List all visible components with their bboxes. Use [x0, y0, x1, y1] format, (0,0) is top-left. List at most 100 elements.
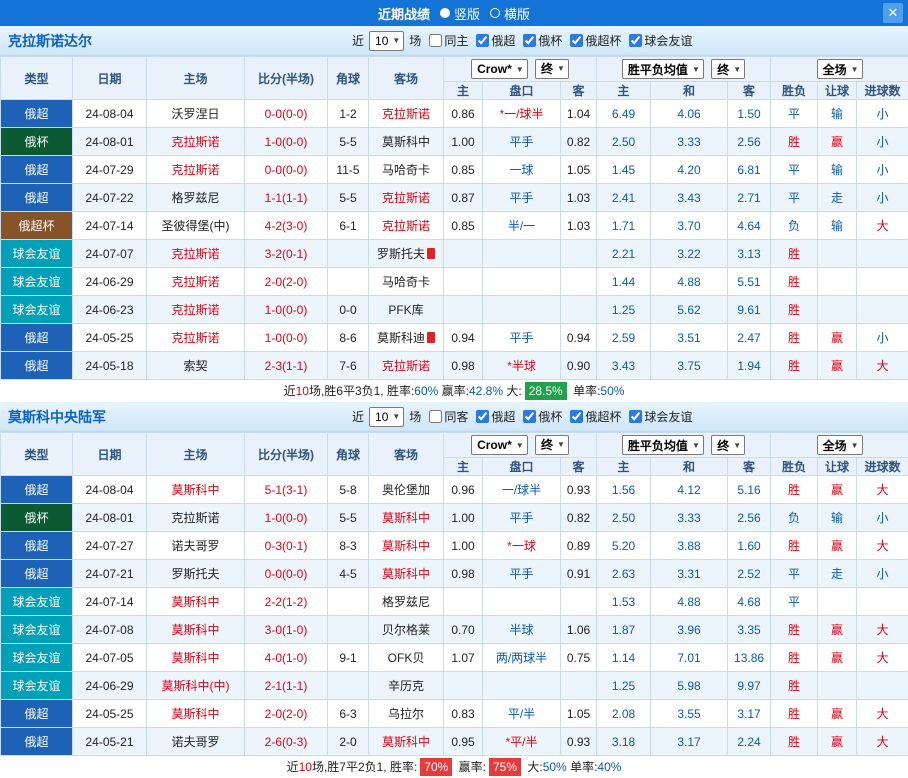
- league-filter-3[interactable]: 球会友谊: [629, 408, 692, 425]
- away-team-cell: 莫斯科中: [369, 532, 444, 560]
- team-link[interactable]: 克拉斯诺: [171, 135, 219, 149]
- odds-company-select[interactable]: Crow*▼: [471, 435, 528, 455]
- team-link[interactable]: 索契: [183, 359, 207, 373]
- score-cell[interactable]: 1-0(0-0): [245, 504, 328, 532]
- layout-horizontal-radio[interactable]: 横版: [490, 4, 530, 23]
- team-link[interactable]: 罗斯托夫: [171, 567, 219, 581]
- team-link[interactable]: 格罗兹尼: [171, 191, 219, 205]
- league-checkbox[interactable]: [523, 410, 536, 423]
- score-cell[interactable]: 3-2(0-1): [245, 240, 328, 268]
- team-link[interactable]: 克拉斯诺: [382, 359, 430, 373]
- scope-select[interactable]: 全场▼: [817, 435, 863, 455]
- odds-final-select[interactable]: 终▼: [535, 59, 569, 79]
- league-checkbox[interactable]: [570, 34, 583, 47]
- select-value: 终: [717, 61, 729, 78]
- team-link[interactable]: 罗斯托夫: [377, 247, 425, 261]
- team-link[interactable]: 马哈奇卡: [382, 163, 430, 177]
- score-cell[interactable]: 2-0(2-0): [245, 268, 328, 296]
- odds-company-select[interactable]: Crow*▼: [471, 59, 528, 79]
- team-link[interactable]: 莫斯科中: [382, 511, 430, 525]
- score-cell[interactable]: 1-1(1-1): [245, 184, 328, 212]
- team-link[interactable]: 莫斯科中: [171, 707, 219, 721]
- avg-final-select[interactable]: 终▼: [711, 435, 745, 455]
- score-cell[interactable]: 3-0(1-0): [245, 616, 328, 644]
- same-side-checkbox[interactable]: [429, 410, 442, 423]
- team-link[interactable]: 莫斯科中: [171, 483, 219, 497]
- league-checkbox[interactable]: [476, 410, 489, 423]
- league-checkbox[interactable]: [629, 34, 642, 47]
- team-link[interactable]: 贝尔格莱: [382, 623, 430, 637]
- team-link[interactable]: 沃罗涅日: [171, 107, 219, 121]
- same-side-checkbox[interactable]: [429, 34, 442, 47]
- team-link[interactable]: 莫斯科中: [382, 539, 430, 553]
- league-checkbox[interactable]: [476, 34, 489, 47]
- layout-vertical-radio[interactable]: 竖版: [440, 4, 480, 23]
- same-side-filter[interactable]: 同客: [429, 408, 468, 425]
- team-link[interactable]: 圣彼得堡(中): [162, 219, 230, 233]
- score-cell[interactable]: 2-6(0-3): [245, 728, 328, 756]
- team-link[interactable]: PFK库: [388, 303, 423, 317]
- score-cell[interactable]: 2-2(1-2): [245, 588, 328, 616]
- same-side-filter[interactable]: 同主: [429, 32, 468, 49]
- match-count-select[interactable]: 10▼: [369, 31, 404, 51]
- league-filter-2[interactable]: 俄超杯: [570, 32, 621, 49]
- league-filter-1[interactable]: 俄杯: [523, 32, 562, 49]
- score-cell[interactable]: 4-0(1-0): [245, 644, 328, 672]
- score-cell[interactable]: 1-0(0-0): [245, 128, 328, 156]
- avg-type-select[interactable]: 胜平负均值▼: [622, 59, 704, 79]
- away-team-cell: 莫斯科中: [369, 504, 444, 532]
- avg-type-select[interactable]: 胜平负均值▼: [622, 435, 704, 455]
- team-link[interactable]: 克拉斯诺: [382, 191, 430, 205]
- score-cell[interactable]: 0-0(0-0): [245, 560, 328, 588]
- match-count-select[interactable]: 10▼: [369, 407, 404, 427]
- scope-select[interactable]: 全场▼: [817, 59, 863, 79]
- league-filter-2[interactable]: 俄超杯: [570, 408, 621, 425]
- score-cell[interactable]: 0-0(0-0): [245, 156, 328, 184]
- team-link[interactable]: 克拉斯诺: [171, 247, 219, 261]
- score-cell[interactable]: 0-0(0-0): [245, 100, 328, 128]
- odds-final-select[interactable]: 终▼: [535, 435, 569, 455]
- team-link[interactable]: 克拉斯诺: [171, 163, 219, 177]
- team-link[interactable]: OFK贝: [388, 651, 425, 665]
- team-link[interactable]: 莫斯科中(中): [162, 679, 230, 693]
- team-link[interactable]: 乌拉尔: [388, 707, 424, 721]
- team-link[interactable]: 诺夫哥罗: [171, 539, 219, 553]
- close-button[interactable]: ✕: [883, 3, 903, 23]
- league-checkbox[interactable]: [570, 410, 583, 423]
- team-link[interactable]: 莫斯科中: [171, 595, 219, 609]
- team-link[interactable]: 莫斯科中: [382, 735, 430, 749]
- score-cell[interactable]: 4-2(3-0): [245, 212, 328, 240]
- team-link[interactable]: 莫斯科中: [382, 135, 430, 149]
- team-link[interactable]: 奥伦堡加: [382, 483, 430, 497]
- team-link[interactable]: 克拉斯诺: [382, 107, 430, 121]
- team-link[interactable]: 克拉斯诺: [171, 331, 219, 345]
- team-link[interactable]: 莫斯科中: [171, 651, 219, 665]
- score-cell[interactable]: 2-3(1-1): [245, 352, 328, 380]
- team-link[interactable]: 辛历克: [388, 679, 424, 693]
- team-link[interactable]: 莫斯科中: [382, 567, 430, 581]
- avg-away-cell: 4.68: [728, 588, 771, 616]
- team-link[interactable]: 莫斯科迪: [377, 331, 425, 345]
- league-checkbox[interactable]: [523, 34, 536, 47]
- league-filter-0[interactable]: 俄超: [476, 32, 515, 49]
- score-cell[interactable]: 1-0(0-0): [245, 324, 328, 352]
- home-team-cell: 克拉斯诺: [147, 504, 245, 532]
- score-cell[interactable]: 2-1(1-1): [245, 672, 328, 700]
- team-link[interactable]: 诺夫哥罗: [171, 735, 219, 749]
- team-link[interactable]: 克拉斯诺: [382, 219, 430, 233]
- league-filter-3[interactable]: 球会友谊: [629, 32, 692, 49]
- team-link[interactable]: 莫斯科中: [171, 623, 219, 637]
- team-link[interactable]: 克拉斯诺: [171, 303, 219, 317]
- avg-final-select[interactable]: 终▼: [711, 59, 745, 79]
- league-filter-1[interactable]: 俄杯: [523, 408, 562, 425]
- score-cell[interactable]: 0-3(0-1): [245, 532, 328, 560]
- team-link[interactable]: 克拉斯诺: [171, 275, 219, 289]
- team-link[interactable]: 克拉斯诺: [171, 511, 219, 525]
- team-link[interactable]: 格罗兹尼: [382, 595, 430, 609]
- score-cell[interactable]: 5-1(3-1): [245, 476, 328, 504]
- score-cell[interactable]: 2-0(2-0): [245, 700, 328, 728]
- team-link[interactable]: 马哈奇卡: [382, 275, 430, 289]
- league-filter-0[interactable]: 俄超: [476, 408, 515, 425]
- league-checkbox[interactable]: [629, 410, 642, 423]
- score-cell[interactable]: 1-0(0-0): [245, 296, 328, 324]
